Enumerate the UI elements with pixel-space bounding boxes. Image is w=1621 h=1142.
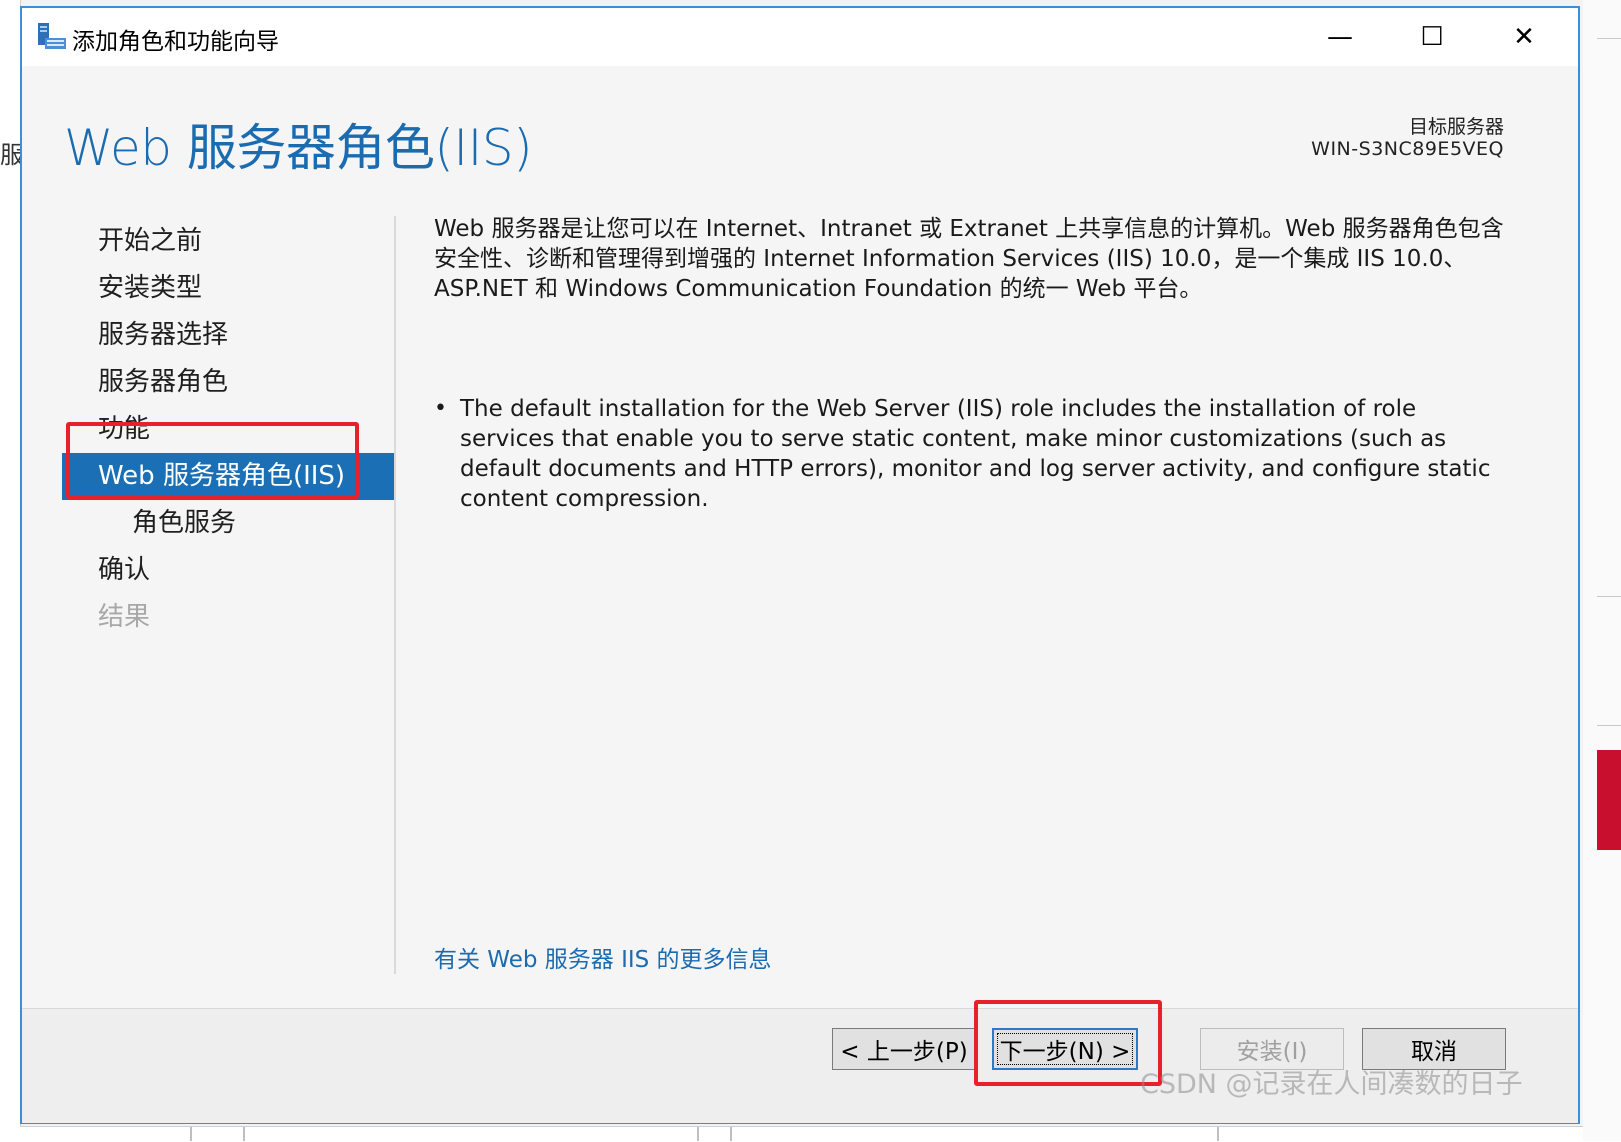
window-title: 添加角色和功能向导 xyxy=(72,29,279,55)
maximize-icon: ☐ xyxy=(1420,22,1444,52)
nav-item-before-you-begin[interactable]: 开始之前 xyxy=(62,218,394,265)
minimize-icon: — xyxy=(1327,22,1353,52)
background-divider xyxy=(1597,725,1621,726)
page-title: Web 服务器角色(IIS) xyxy=(64,119,533,177)
watermark-text: CSDN @记录在人间凑数的日子 xyxy=(1140,1069,1523,1100)
background-divider xyxy=(730,1127,732,1141)
nav-item-confirmation[interactable]: 确认 xyxy=(62,547,394,594)
background-divider xyxy=(1597,596,1621,597)
previous-button[interactable]: < 上一步(P) xyxy=(832,1028,976,1070)
role-notes-list: The default installation for the Web Ser… xyxy=(434,394,1514,514)
nav-item-web-server-role[interactable]: Web 服务器角色(IIS) xyxy=(62,453,394,500)
minimize-button[interactable]: — xyxy=(1294,8,1386,66)
background-divider xyxy=(243,1127,245,1141)
background-divider xyxy=(1597,38,1621,39)
nav-divider xyxy=(394,216,396,974)
wizard-nav: 开始之前 安装类型 服务器选择 服务器角色 功能 Web 服务器角色(IIS) … xyxy=(62,218,394,641)
list-item: The default installation for the Web Ser… xyxy=(434,394,1514,514)
background-left-panel xyxy=(0,0,21,1141)
nav-item-results: 结果 xyxy=(98,602,151,632)
server-manager-icon xyxy=(38,23,66,49)
background-right-panel xyxy=(1583,0,1621,1141)
focus-rectangle xyxy=(997,1033,1133,1065)
nav-item-server-roles[interactable]: 服务器角色 xyxy=(62,359,394,406)
target-server-name: WIN-S3NC89E5VEQ xyxy=(1311,138,1504,160)
background-divider xyxy=(697,1127,699,1141)
target-server-label: 目标服务器 xyxy=(1408,116,1504,138)
close-button[interactable]: ✕ xyxy=(1478,8,1570,66)
nav-item-features[interactable]: 功能 xyxy=(62,406,394,453)
nav-item-role-services[interactable]: 角色服务 xyxy=(62,500,394,547)
role-description: Web 服务器是让您可以在 Internet、Intranet 或 Extran… xyxy=(434,216,1504,302)
background-bottom-bar xyxy=(20,1126,1583,1142)
content-pane: Web 服务器是让您可以在 Internet、Intranet 或 Extran… xyxy=(434,214,1514,514)
close-icon: ✕ xyxy=(1513,22,1535,52)
next-button[interactable]: 下一步(N) > xyxy=(992,1028,1138,1070)
background-divider xyxy=(190,1127,192,1141)
more-info-link[interactable]: 有关 Web 服务器 IIS 的更多信息 xyxy=(434,940,772,974)
wizard-window: 添加角色和功能向导 — ☐ ✕ Web 服务器角色(IIS) 目标服务器 WIN… xyxy=(20,6,1580,1124)
nav-item-server-selection[interactable]: 服务器选择 xyxy=(62,312,394,359)
title-bar[interactable]: 添加角色和功能向导 — ☐ ✕ xyxy=(22,8,1578,66)
maximize-button[interactable]: ☐ xyxy=(1386,8,1478,66)
background-red-tab xyxy=(1597,750,1621,850)
background-divider xyxy=(1217,1127,1219,1141)
nav-item-installation-type[interactable]: 安装类型 xyxy=(62,265,394,312)
